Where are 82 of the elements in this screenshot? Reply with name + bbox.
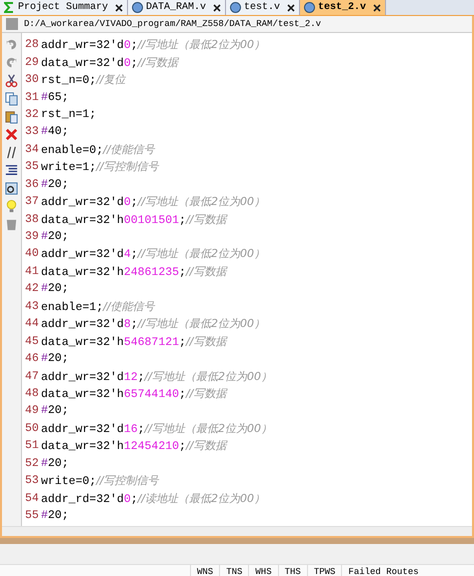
column-header[interactable]: TPWS bbox=[306, 565, 342, 576]
code-line: addr_wr=32'd4;//写地址（最低2位为00） bbox=[41, 246, 266, 262]
line-number: 38 bbox=[25, 212, 40, 226]
line-number: 49 bbox=[25, 404, 40, 418]
code-line: rst_n=1; bbox=[41, 108, 96, 121]
code-line: #65; bbox=[41, 90, 69, 104]
clear-icon[interactable] bbox=[4, 217, 19, 232]
line-number: 36 bbox=[25, 178, 40, 191]
column-header[interactable]: TNS bbox=[219, 565, 248, 576]
code-line: data_wr=32'h65744140;//写数据 bbox=[41, 386, 226, 401]
code-line: addr_wr=32'd0;//写地址（最低2位为00） bbox=[41, 194, 266, 210]
line-number: 35 bbox=[25, 160, 40, 174]
code-line: #20; bbox=[41, 282, 69, 296]
code-line: addr_wr=32'd16;//写地址（最低2位为00） bbox=[41, 420, 272, 436]
code-line: data_wr=32'h24861235;//写数据 bbox=[41, 264, 226, 279]
sigma-icon bbox=[4, 2, 15, 13]
line-number: 28 bbox=[25, 38, 40, 52]
line-number: 42 bbox=[25, 282, 40, 296]
code-line: addr_rd=32'd0;//读地址（最低2位为00） bbox=[41, 490, 266, 506]
code-line: #20; bbox=[41, 230, 69, 244]
undo-icon[interactable] bbox=[4, 37, 19, 52]
code-line: data_wr=32'h00101501;//写数据 bbox=[41, 212, 226, 227]
close-icon[interactable] bbox=[373, 4, 382, 12]
file-path: D:/A_workarea/VIVADO_program/RAM_Z558/DATA_RAM/test_2.v bbox=[24, 19, 322, 29]
code-line: write=1;//写控制信号 bbox=[41, 159, 159, 174]
line-number: 40 bbox=[25, 247, 40, 260]
line-number: 37 bbox=[25, 195, 40, 208]
code-line: addr_wr=32'd8;//写地址（最低2位为00） bbox=[41, 316, 266, 332]
line-number: 53 bbox=[25, 474, 40, 488]
line-number: 31 bbox=[25, 90, 40, 104]
code-line: #20; bbox=[41, 404, 69, 418]
column-header[interactable]: WNS bbox=[190, 565, 220, 576]
code-line: #40; bbox=[41, 125, 69, 138]
code-line: #20; bbox=[41, 456, 69, 470]
close-icon[interactable] bbox=[287, 4, 296, 12]
line-number: 55 bbox=[25, 509, 40, 522]
column-header[interactable]: WHS bbox=[248, 565, 278, 576]
paste-icon[interactable] bbox=[4, 109, 19, 124]
line-number: 52 bbox=[25, 456, 40, 470]
cut-icon[interactable] bbox=[4, 73, 19, 88]
line-number: 54 bbox=[25, 492, 40, 505]
line-number: 50 bbox=[25, 422, 40, 435]
code-line: #20; bbox=[41, 178, 69, 191]
line-number: 33 bbox=[25, 125, 40, 138]
line-number: 32 bbox=[25, 108, 40, 121]
line-number: 39 bbox=[25, 230, 40, 244]
line-number: 48 bbox=[25, 386, 40, 400]
line-number: 34 bbox=[25, 142, 40, 156]
line-number: 46 bbox=[25, 352, 40, 366]
line-number: 44 bbox=[25, 317, 40, 330]
editor-tab[interactable]: Project Summary bbox=[0, 0, 128, 15]
line-number: 30 bbox=[25, 73, 40, 86]
code-line: rst_n=0;//复位 bbox=[41, 72, 126, 88]
line-number: 43 bbox=[25, 300, 40, 313]
close-icon[interactable] bbox=[213, 4, 222, 12]
code-line: data_wr=32'h54687121;//写数据 bbox=[41, 334, 226, 349]
comment-icon[interactable] bbox=[4, 145, 19, 160]
line-number: 41 bbox=[25, 264, 40, 278]
code-line: data_wr=32'd0;//写数据 bbox=[41, 54, 178, 70]
editor-tab[interactable]: test.v bbox=[226, 0, 300, 15]
code-line: addr_wr=32'd0;//写地址（最低2位为00） bbox=[41, 37, 266, 52]
code-line: #20; bbox=[41, 352, 69, 366]
line-number: 51 bbox=[25, 439, 40, 452]
editor-tab[interactable]: test_2.v bbox=[300, 0, 386, 15]
line-number: 45 bbox=[25, 334, 40, 348]
indent-icon[interactable] bbox=[4, 163, 19, 178]
code-line: addr_wr=32'd12;//写地址（最低2位为00） bbox=[41, 368, 272, 384]
close-icon[interactable] bbox=[115, 4, 124, 12]
code-line: enable=0;//使能信号 bbox=[41, 142, 155, 157]
delete-icon[interactable] bbox=[4, 127, 19, 142]
code-line: #20; bbox=[41, 509, 69, 522]
editor-tab[interactable]: DATA_RAM.v bbox=[128, 0, 226, 15]
code-line: write=0;//写控制信号 bbox=[41, 473, 159, 488]
code-line: data_wr=32'h12454210;//写数据 bbox=[41, 438, 226, 454]
horizontal-scrollbar[interactable] bbox=[2, 526, 472, 536]
line-number: 47 bbox=[25, 370, 40, 383]
column-header[interactable]: THS bbox=[278, 565, 307, 576]
copy-icon[interactable] bbox=[4, 91, 19, 106]
line-number: 29 bbox=[25, 56, 40, 69]
column-header[interactable]: Failed Routes bbox=[341, 565, 425, 576]
code-line: enable=1;//使能信号 bbox=[41, 298, 155, 314]
find-icon[interactable] bbox=[4, 181, 19, 196]
